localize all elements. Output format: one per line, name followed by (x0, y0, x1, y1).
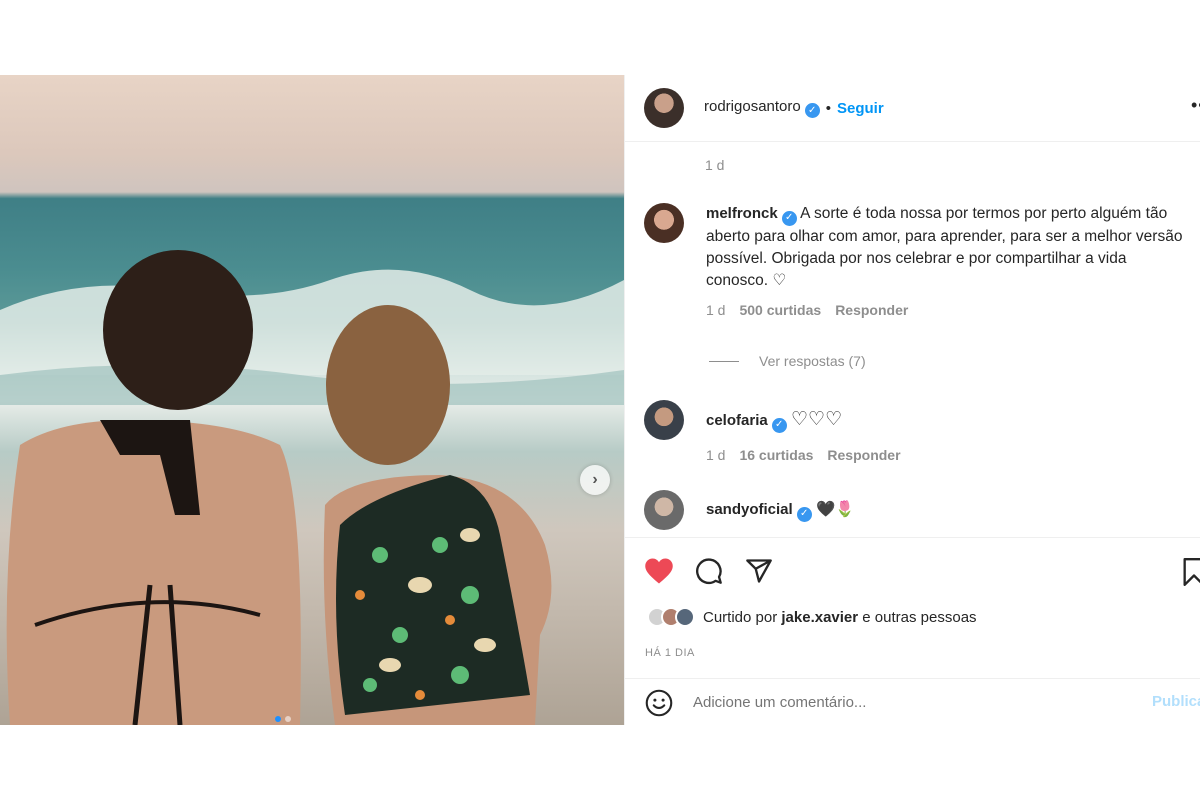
comment-username[interactable]: melfronck (706, 205, 778, 222)
verified-icon: ✓ (771, 417, 787, 433)
replies-line (709, 360, 739, 362)
beach-photo-illustration (0, 250, 624, 725)
comment-likes[interactable]: 500 curtidas (739, 302, 821, 318)
comment: sandyoficial ✓ 🖤🌷 (644, 490, 1184, 530)
liker-avatar (675, 607, 695, 627)
comment-body: celofaria ✓ ♡♡♡ (706, 400, 1184, 433)
add-comment-bar: Publicar (625, 678, 1200, 726)
carousel-dots (275, 716, 291, 722)
comment-username[interactable]: sandyoficial (706, 501, 793, 518)
post-time: 1 d (705, 157, 725, 173)
reply-button[interactable]: Responder (827, 447, 900, 463)
next-slide-button[interactable]: › (580, 465, 610, 495)
author-avatar[interactable] (644, 88, 684, 128)
post-side-panel: rodrigosantoro✓ • Seguir ••• 1 d melfron… (624, 75, 1200, 725)
carousel-dot (285, 716, 291, 722)
post-header: rodrigosantoro✓ • Seguir ••• (625, 75, 1200, 142)
post-actions: Curtido por jake.xavier e outras pessoas… (625, 537, 1200, 725)
commenter-avatar[interactable] (644, 490, 684, 530)
comment-time: 1 d (706, 446, 726, 463)
view-replies-button[interactable]: Ver respostas (7) (709, 353, 866, 369)
add-comment-input[interactable] (693, 694, 1093, 711)
follow-button[interactable]: Seguir (837, 100, 884, 117)
more-options-icon[interactable]: ••• (1191, 95, 1200, 116)
post-photo[interactable]: › (0, 75, 624, 725)
comment-body: sandyoficial ✓ 🖤🌷 (706, 490, 1184, 522)
liked-by-text: Curtido por jake.xavier e outras pessoas (703, 609, 977, 626)
author-username[interactable]: rodrigosantoro ✓ (704, 98, 820, 118)
verified-icon: ✓ (781, 210, 797, 226)
comment-icon[interactable] (692, 554, 726, 588)
liked-by: Curtido por jake.xavier e outras pessoas (647, 607, 977, 627)
liked-by-prefix: Curtido por (703, 608, 778, 626)
comment-text: 🖤🌷 (816, 501, 855, 518)
emoji-icon[interactable] (645, 689, 673, 717)
verified-icon: ✓ (796, 506, 812, 522)
liked-by-user[interactable]: jake.xavier (781, 609, 858, 626)
share-icon[interactable] (742, 554, 776, 588)
comment-username[interactable]: celofaria (706, 412, 768, 429)
publish-button[interactable]: Publicar (1152, 693, 1200, 710)
comment: melfronck ✓ A sorte é toda nossa por term… (644, 203, 1184, 318)
commenter-avatar[interactable] (644, 203, 684, 243)
comment-text: ♡♡♡ (791, 409, 843, 430)
reply-button[interactable]: Responder (835, 302, 908, 318)
bookmark-icon[interactable] (1183, 558, 1200, 591)
comment: celofaria ✓ ♡♡♡ 1 d 16 curtidas Responder (644, 400, 1184, 463)
comment-meta: 1 d 500 curtidas Responder (706, 302, 1184, 318)
heart-icon[interactable] (642, 554, 676, 588)
carousel-dot-active (275, 716, 281, 722)
liked-by-suffix[interactable]: e outras pessoas (862, 609, 976, 626)
header-separator: • (825, 99, 831, 117)
comment-meta: 1 d 16 curtidas Responder (706, 447, 1184, 463)
verified-icon: ✓ (804, 103, 820, 118)
author-username-text[interactable]: rodrigosantoro (704, 98, 801, 115)
comment-body: melfronck ✓ A sorte é toda nossa por term… (706, 203, 1184, 292)
comment-likes[interactable]: 16 curtidas (739, 447, 813, 463)
action-buttons (642, 554, 776, 588)
post-age: HÁ 1 DIA (645, 647, 695, 659)
commenter-avatar[interactable] (644, 400, 684, 440)
view-replies-label[interactable]: Ver respostas (7) (759, 353, 866, 369)
comment-time: 1 d (706, 301, 726, 318)
